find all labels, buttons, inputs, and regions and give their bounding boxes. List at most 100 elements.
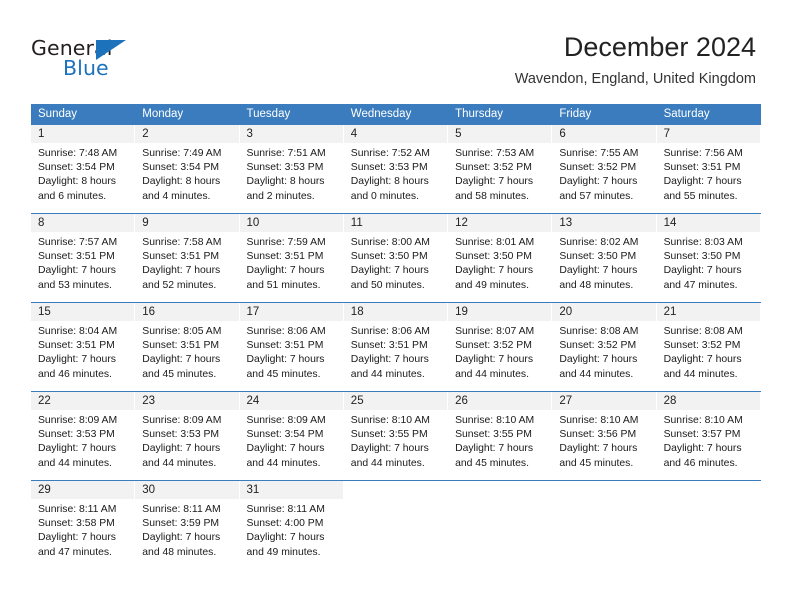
day-cell[interactable]: 16 Sunrise: 8:05 AM Sunset: 3:51 PM Dayl… [135,303,240,391]
day-cell[interactable]: 7 Sunrise: 7:56 AM Sunset: 3:51 PM Dayli… [656,125,761,213]
day-details: Sunrise: 8:11 AM Sunset: 3:58 PM Dayligh… [31,499,134,569]
sunset-text: Sunset: 3:52 PM [559,340,637,352]
sunrise-text: Sunrise: 8:03 AM [663,237,743,248]
day-number: 25 [343,392,448,410]
day-details: Sunrise: 8:10 AM Sunset: 3:55 PM Dayligh… [448,410,551,480]
sunset-text: Sunset: 3:59 PM [142,518,220,530]
sunrise-text: Sunrise: 8:08 AM [663,326,743,337]
day-cell[interactable]: 17 Sunrise: 8:06 AM Sunset: 3:51 PM Dayl… [239,303,344,391]
day-cell[interactable]: 9 Sunrise: 7:58 AM Sunset: 3:51 PM Dayli… [135,214,240,302]
day-number: 22 [31,392,135,410]
sunrise-text: Sunrise: 8:10 AM [455,415,535,426]
sunrise-text: Sunrise: 7:58 AM [142,237,222,248]
daylight-text-line2: and 4 minutes. [142,190,211,202]
day-number: 23 [135,392,239,410]
day-cell[interactable]: 22 Sunrise: 8:09 AM Sunset: 3:53 PM Dayl… [31,392,136,480]
day-cell[interactable]: 14 Sunrise: 8:03 AM Sunset: 3:50 PM Dayl… [656,214,761,302]
day-details: Sunrise: 7:56 AM Sunset: 3:51 PM Dayligh… [657,143,760,213]
day-details: Sunrise: 8:11 AM Sunset: 3:59 PM Dayligh… [135,499,238,569]
day-cell[interactable]: 2 Sunrise: 7:49 AM Sunset: 3:54 PM Dayli… [135,125,240,213]
daylight-text-line2: and 44 minutes. [350,368,425,380]
day-cell[interactable]: 21 Sunrise: 8:08 AM Sunset: 3:52 PM Dayl… [656,303,761,391]
daylight-text-line2: and 58 minutes. [455,190,529,202]
daylight-text-line1: Daylight: 7 hours [246,532,325,544]
daylight-text-line1: Daylight: 7 hours [663,443,742,455]
day-cell[interactable]: 28 Sunrise: 8:10 AM Sunset: 3:57 PM Dayl… [656,392,761,480]
daylight-text-line2: and 2 minutes. [246,190,315,202]
day-cell[interactable]: 13 Sunrise: 8:02 AM Sunset: 3:50 PM Dayl… [552,214,657,302]
logo-text-blue: Blue [63,56,109,80]
day-number: 19 [448,303,552,321]
week-row: 29 Sunrise: 8:11 AM Sunset: 3:58 PM Dayl… [31,480,761,569]
day-cell[interactable]: 23 Sunrise: 8:09 AM Sunset: 3:53 PM Dayl… [135,392,240,480]
daylight-text-line1: Daylight: 7 hours [142,354,221,366]
day-cell[interactable]: 12 Sunrise: 8:01 AM Sunset: 3:50 PM Dayl… [448,214,553,302]
daylight-text-line1: Daylight: 8 hours [350,176,429,188]
sunset-text: Sunset: 3:58 PM [38,518,115,530]
day-details: Sunrise: 7:55 AM Sunset: 3:52 PM Dayligh… [552,143,655,213]
day-cell[interactable]: 5 Sunrise: 7:53 AM Sunset: 3:52 PM Dayli… [448,125,553,213]
weekday-header-saturday: Saturday [663,108,710,120]
sunset-text: Sunset: 3:50 PM [455,251,532,263]
sunrise-text: Sunrise: 7:49 AM [142,148,222,159]
day-cell[interactable]: 26 Sunrise: 8:10 AM Sunset: 3:55 PM Dayl… [448,392,553,480]
day-cell[interactable]: 11 Sunrise: 8:00 AM Sunset: 3:50 PM Dayl… [343,214,449,302]
sunset-text: Sunset: 3:51 PM [663,162,741,174]
day-cell[interactable]: 20 Sunrise: 8:08 AM Sunset: 3:52 PM Dayl… [552,303,657,391]
day-cell[interactable]: 25 Sunrise: 8:10 AM Sunset: 3:55 PM Dayl… [343,392,449,480]
day-details: Sunrise: 8:10 AM Sunset: 3:56 PM Dayligh… [552,410,655,480]
daylight-text-line1: Daylight: 7 hours [246,265,325,277]
sunrise-text: Sunrise: 8:05 AM [142,326,222,337]
sunset-text: Sunset: 3:57 PM [663,429,741,441]
day-number: 16 [135,303,239,321]
sunset-text: Sunset: 3:52 PM [455,340,532,352]
sunset-text: Sunset: 3:51 PM [142,251,220,263]
day-cell[interactable]: 10 Sunrise: 7:59 AM Sunset: 3:51 PM Dayl… [239,214,344,302]
sunset-text: Sunset: 4:00 PM [246,518,324,530]
day-cell[interactable]: 31 Sunrise: 8:11 AM Sunset: 4:00 PM Dayl… [239,481,344,569]
day-cell[interactable]: 6 Sunrise: 7:55 AM Sunset: 3:52 PM Dayli… [552,125,657,213]
calendar-grid: Sunday Monday Tuesday Wednesday Thursday… [31,104,761,569]
sunrise-text: Sunrise: 7:52 AM [350,148,430,159]
sunrise-text: Sunrise: 7:57 AM [38,237,118,248]
daylight-text-line1: Daylight: 7 hours [559,354,638,366]
daylight-text-line2: and 44 minutes. [350,457,425,469]
day-cell[interactable]: 3 Sunrise: 7:51 AM Sunset: 3:53 PM Dayli… [239,125,344,213]
day-number: 4 [343,125,448,143]
day-details: Sunrise: 8:03 AM Sunset: 3:50 PM Dayligh… [657,232,760,302]
day-cell-empty [656,481,761,569]
week-row: 22 Sunrise: 8:09 AM Sunset: 3:53 PM Dayl… [31,391,761,480]
day-number: 30 [135,481,239,499]
daylight-text-line1: Daylight: 7 hours [559,265,638,277]
day-cell[interactable]: 18 Sunrise: 8:06 AM Sunset: 3:51 PM Dayl… [343,303,449,391]
day-number: 21 [656,303,760,321]
sunset-text: Sunset: 3:53 PM [246,162,324,174]
weekday-header-thursday: Thursday [455,108,503,120]
day-cell[interactable]: 29 Sunrise: 8:11 AM Sunset: 3:58 PM Dayl… [31,481,136,569]
sunset-text: Sunset: 3:50 PM [663,251,741,263]
day-cell[interactable]: 19 Sunrise: 8:07 AM Sunset: 3:52 PM Dayl… [448,303,553,391]
day-cell[interactable]: 4 Sunrise: 7:52 AM Sunset: 3:53 PM Dayli… [343,125,449,213]
day-cell[interactable]: 1 Sunrise: 7:48 AM Sunset: 3:54 PM Dayli… [31,125,136,213]
day-details: Sunrise: 8:07 AM Sunset: 3:52 PM Dayligh… [448,321,551,391]
day-number [343,481,448,499]
page-subtitle: Wavendon, England, United Kingdom [514,71,756,87]
generalblue-logo[interactable]: General Blue [31,36,211,84]
day-details [344,499,447,569]
day-cell[interactable]: 30 Sunrise: 8:11 AM Sunset: 3:59 PM Dayl… [135,481,240,569]
sunset-text: Sunset: 3:52 PM [663,340,741,352]
day-details: Sunrise: 7:57 AM Sunset: 3:51 PM Dayligh… [31,232,134,302]
sunset-text: Sunset: 3:53 PM [38,429,115,441]
daylight-text-line1: Daylight: 7 hours [38,354,116,366]
day-number: 5 [448,125,552,143]
day-cell[interactable]: 24 Sunrise: 8:09 AM Sunset: 3:54 PM Dayl… [239,392,344,480]
day-cell[interactable]: 15 Sunrise: 8:04 AM Sunset: 3:51 PM Dayl… [31,303,136,391]
daylight-text-line2: and 45 minutes. [142,368,217,380]
weekday-header-monday: Monday [142,108,184,120]
sunrise-text: Sunrise: 7:56 AM [663,148,743,159]
day-cell[interactable]: 8 Sunrise: 7:57 AM Sunset: 3:51 PM Dayli… [31,214,136,302]
week-row: 15 Sunrise: 8:04 AM Sunset: 3:51 PM Dayl… [31,302,761,391]
sunrise-text: Sunrise: 8:00 AM [350,237,430,248]
day-cell[interactable]: 27 Sunrise: 8:10 AM Sunset: 3:56 PM Dayl… [552,392,657,480]
day-cell-empty [448,481,553,569]
